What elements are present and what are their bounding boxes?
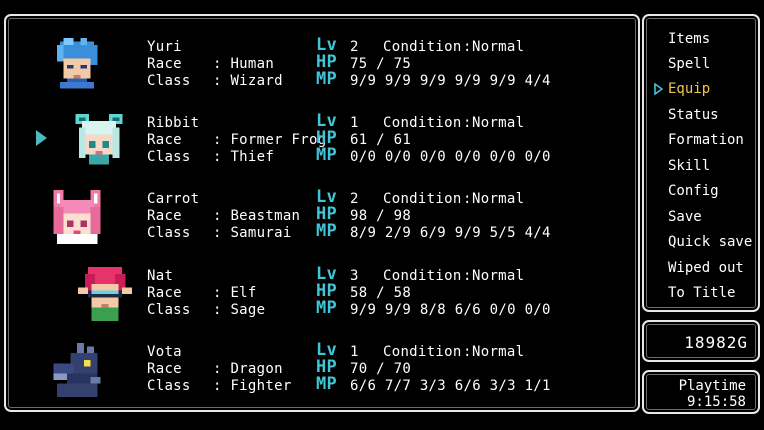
class-value: : Thief (213, 149, 275, 165)
class-label: Class (147, 73, 191, 89)
condition-label: Condition (383, 268, 462, 284)
race-value: : Elf (213, 285, 257, 301)
menu-item-spell[interactable]: Spell (668, 55, 710, 73)
condition-colon: : (463, 115, 472, 131)
level-value: 3 (350, 268, 359, 284)
condition-colon: : (463, 191, 472, 207)
class-value: : Fighter (213, 378, 292, 394)
condition-label: Condition (383, 344, 462, 360)
carrot-portrait (53, 190, 101, 244)
member-name: Ribbit (147, 115, 200, 131)
condition-colon: : (463, 344, 472, 360)
mp-values: 8/9 2/9 6/9 9/9 5/5 4/4 (350, 225, 551, 241)
member-name: Yuri (147, 39, 182, 55)
menu-item-equip[interactable]: Equip (668, 80, 710, 98)
class-value: : Samurai (213, 225, 292, 241)
race-value: : Dragon (213, 361, 283, 377)
condition-colon: : (463, 268, 472, 284)
menu-item-skill[interactable]: Skill (668, 157, 710, 175)
party-status-panel: Yuri Race : Human Class : Wizard Lv 2 Co… (4, 14, 640, 412)
member-name: Carrot (147, 191, 200, 207)
class-label: Class (147, 149, 191, 165)
condition-colon: : (463, 39, 472, 55)
hp-value: 98 / 98 (350, 208, 412, 224)
party-member-yuri[interactable]: Yuri Race : Human Class : Wizard Lv 2 Co… (6, 36, 636, 98)
menu-item-config[interactable]: Config (668, 182, 719, 200)
nat-portrait (78, 267, 132, 321)
condition-label: Condition (383, 115, 462, 131)
menu-item-formation[interactable]: Formation (668, 131, 744, 149)
mp-values: 6/6 7/7 3/3 6/6 3/3 1/1 (350, 378, 551, 394)
menu-cursor-icon (654, 83, 663, 95)
race-label: Race (147, 285, 182, 301)
party-member-nat[interactable]: Nat Race : Elf Class : Sage Lv 3 Conditi… (6, 265, 636, 327)
party-member-carrot[interactable]: Carrot Race : Beastman Class : Samurai L… (6, 188, 636, 250)
command-menu: Items Spell Equip Status Formation Skill… (642, 14, 760, 312)
mp-label: MP (316, 374, 338, 394)
mp-label: MP (316, 145, 338, 165)
class-value: : Sage (213, 302, 266, 318)
condition-value: Normal (472, 344, 525, 360)
playtime-value: 9:15:58 (686, 394, 746, 410)
vota-portrait (53, 343, 101, 397)
menu-item-wiped-out[interactable]: Wiped out (668, 259, 744, 277)
mp-label: MP (316, 221, 338, 241)
hp-value: 75 / 75 (350, 56, 412, 72)
party-member-vota[interactable]: Vota Race : Dragon Class : Fighter Lv 1 … (6, 341, 636, 403)
race-label: Race (147, 56, 182, 72)
race-value: : Beastman (213, 208, 301, 224)
gold-amount: 18982G (684, 333, 748, 352)
playtime-panel: Playtime 9:15:58 (642, 370, 760, 414)
hp-value: 61 / 61 (350, 132, 412, 148)
menu-item-status[interactable]: Status (668, 106, 719, 124)
hp-value: 70 / 70 (350, 361, 412, 377)
mp-values: 0/0 0/0 0/0 0/0 0/0 0/0 (350, 149, 551, 165)
condition-value: Normal (472, 115, 525, 131)
level-value: 1 (350, 344, 359, 360)
condition-value: Normal (472, 268, 525, 284)
mp-label: MP (316, 298, 338, 318)
level-value: 2 (350, 39, 359, 55)
class-label: Class (147, 378, 191, 394)
condition-value: Normal (472, 191, 525, 207)
menu-item-save[interactable]: Save (668, 208, 702, 226)
race-label: Race (147, 132, 182, 148)
selection-pointer-icon (36, 130, 47, 146)
menu-item-quick-save[interactable]: Quick save (668, 233, 752, 251)
condition-label: Condition (383, 191, 462, 207)
race-label: Race (147, 361, 182, 377)
yuri-portrait (56, 38, 98, 89)
class-label: Class (147, 225, 191, 241)
level-value: 1 (350, 115, 359, 131)
mp-label: MP (316, 69, 338, 89)
class-value: : Wizard (213, 73, 283, 89)
menu-item-to-title[interactable]: To Title (668, 284, 735, 302)
hp-value: 58 / 58 (350, 285, 412, 301)
menu-item-items[interactable]: Items (668, 30, 710, 48)
member-name: Vota (147, 344, 182, 360)
race-value: : Human (213, 56, 275, 72)
level-value: 2 (350, 191, 359, 207)
race-label: Race (147, 208, 182, 224)
member-name: Nat (147, 268, 174, 284)
ribbit-portrait (75, 114, 123, 165)
playtime-label: Playtime (678, 378, 746, 394)
mp-values: 9/9 9/9 9/9 9/9 9/9 4/4 (350, 73, 551, 89)
condition-label: Condition (383, 39, 462, 55)
gold-panel: 18982G (642, 320, 760, 362)
condition-value: Normal (472, 39, 525, 55)
party-member-ribbit[interactable]: Ribbit Race : Former Frog Class : Thief … (6, 112, 636, 174)
class-label: Class (147, 302, 191, 318)
race-value: : Former Frog (213, 132, 327, 148)
mp-values: 9/9 9/9 8/8 6/6 0/0 0/0 (350, 302, 551, 318)
